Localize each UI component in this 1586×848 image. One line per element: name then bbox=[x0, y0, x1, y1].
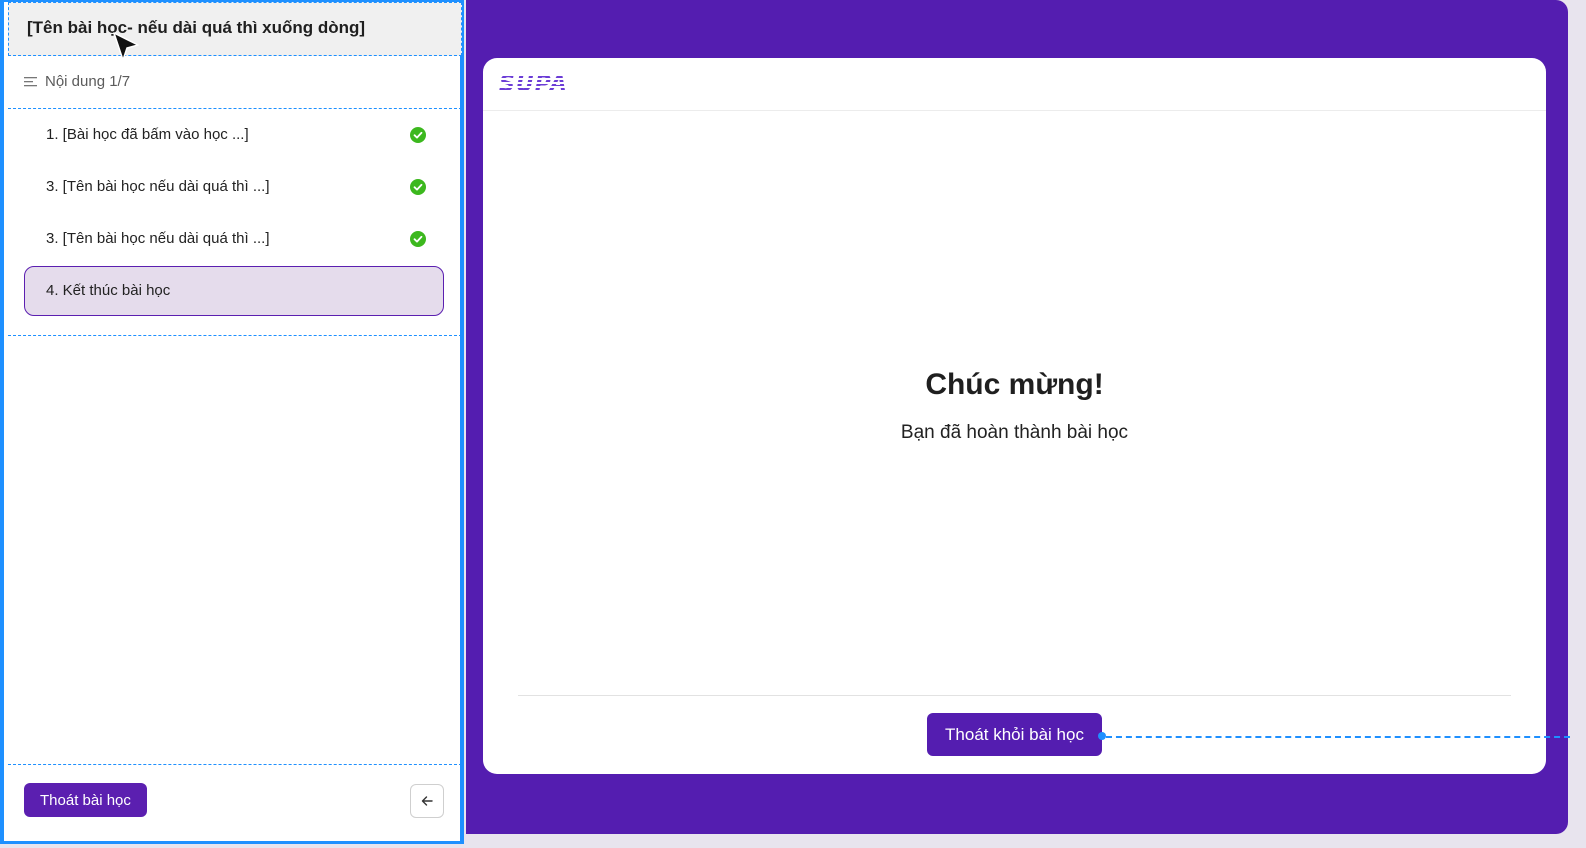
card-header: SUPA bbox=[483, 58, 1546, 111]
lesson-sidebar: [Tên bài học- nếu dài quá thì xuống dòng… bbox=[0, 0, 464, 844]
lesson-item-1[interactable]: 1. [Bài học đã bấm vào học ...] bbox=[24, 110, 444, 160]
lesson-item-label: 4. Kết thúc bài học bbox=[46, 282, 171, 299]
main-area: SUPA Chúc mừng! Bạn đã hoàn thành bài họ… bbox=[466, 0, 1568, 834]
congrats-heading: Chúc mừng! bbox=[925, 368, 1104, 401]
lesson-item-3[interactable]: 3. [Tên bài học nếu dài quá thì ...] bbox=[24, 214, 444, 264]
lesson-item-label: 3. [Tên bài học nếu dài quá thì ...] bbox=[46, 178, 270, 195]
arrow-left-icon bbox=[421, 796, 433, 806]
check-circle-icon bbox=[410, 179, 426, 195]
content-progress: Nội dung 1/7 bbox=[8, 57, 462, 109]
leave-lesson-button[interactable]: Thoát khỏi bài học bbox=[927, 713, 1102, 756]
list-icon bbox=[24, 77, 37, 87]
collapse-sidebar-button[interactable] bbox=[410, 784, 444, 818]
divider bbox=[518, 695, 1511, 696]
lesson-list: 1. [Bài học đã bấm vào học ...] 3. [Tên … bbox=[8, 109, 462, 336]
completion-card: SUPA Chúc mừng! Bạn đã hoàn thành bài họ… bbox=[483, 58, 1546, 774]
lesson-item-label: 1. [Bài học đã bấm vào học ...] bbox=[46, 126, 249, 143]
lesson-item-4-active[interactable]: 4. Kết thúc bài học bbox=[24, 266, 444, 316]
lesson-item-label: 3. [Tên bài học nếu dài quá thì ...] bbox=[46, 230, 270, 247]
check-circle-icon bbox=[410, 127, 426, 143]
connector-dot bbox=[1098, 732, 1106, 740]
completion-message: Bạn đã hoàn thành bài học bbox=[900, 422, 1129, 443]
check-circle-icon bbox=[410, 231, 426, 247]
supa-logo: SUPA bbox=[499, 72, 568, 97]
lesson-title: [Tên bài học- nếu dài quá thì xuống dòng… bbox=[27, 18, 366, 37]
exit-lesson-button[interactable]: Thoát bài học bbox=[24, 783, 147, 817]
progress-label: Nội dung 1/7 bbox=[45, 73, 131, 90]
lesson-item-2[interactable]: 3. [Tên bài học nếu dài quá thì ...] bbox=[24, 162, 444, 212]
connector-line bbox=[1106, 736, 1570, 738]
sidebar-header: [Tên bài học- nếu dài quá thì xuống dòng… bbox=[8, 2, 462, 56]
sidebar-footer: Thoát bài học bbox=[8, 764, 462, 840]
mouse-pointer-icon bbox=[113, 32, 139, 61]
